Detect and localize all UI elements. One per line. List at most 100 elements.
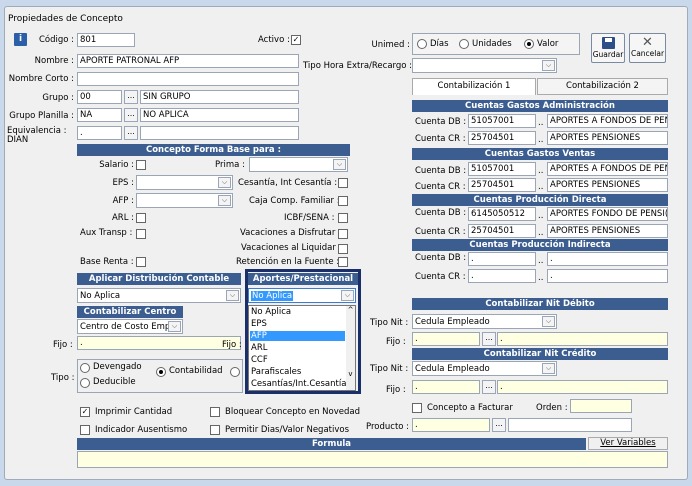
nit-debito-tipo-select[interactable]: Cedula Empleado ⌵ (412, 314, 557, 329)
ventas-db-input[interactable]: 51057001 (468, 162, 536, 176)
vac-liquidar-checkbox[interactable] (338, 244, 348, 254)
codigo-input[interactable]: 801 (77, 33, 135, 47)
nit-credito-tipo-select[interactable]: Cedula Empleado ⌵ (412, 361, 557, 376)
producto-code-input[interactable]: . (412, 418, 490, 432)
grupo-code-input[interactable]: 00 (77, 90, 122, 104)
devengado-radio[interactable] (80, 363, 90, 373)
nit-credito-lookup-button[interactable]: ... (482, 380, 496, 394)
aportes-option[interactable]: No Aplica (251, 307, 291, 317)
formula-input[interactable] (77, 451, 668, 468)
nombre-corto-input[interactable] (77, 72, 299, 86)
imprimir-checkbox[interactable]: ✓ (80, 407, 90, 417)
prod-ind-cr-input[interactable]: . (468, 269, 536, 283)
deducible-radio[interactable] (80, 378, 90, 388)
tipo-hora-select[interactable]: ⌵ (412, 58, 557, 73)
ventas-cr-lookup[interactable]: .. (538, 182, 543, 192)
tipo-hora-label: Tipo Hora Extra/Recargo : (303, 61, 413, 71)
grupo-planilla-lookup-button[interactable]: ... (124, 108, 138, 122)
tab-contabilizacion-1[interactable]: Contabilización 1 (412, 78, 536, 95)
orden-input[interactable] (570, 399, 632, 413)
ventas-cr-input[interactable]: 25704501 (468, 178, 536, 192)
bloquear-checkbox[interactable] (210, 407, 220, 417)
aportes-option[interactable]: Cesantías/Int.Cesantías (251, 379, 351, 389)
prima-select[interactable]: ⌵ (249, 157, 348, 172)
aux-checkbox[interactable] (136, 229, 146, 239)
admin-db-input[interactable]: 51057001 (468, 114, 536, 128)
nit-credito-tipo-label: Tipo Nit : (370, 364, 409, 374)
chevron-down-icon[interactable]: ⌵ (542, 363, 555, 374)
vac-liquidar-label: Vacaciones al Liquidar : (241, 243, 342, 253)
prod-dir-db-name: APORTES FONDO DE PENSI( (547, 207, 668, 221)
producto-lookup-button[interactable]: ... (492, 418, 506, 432)
distribucion-select[interactable]: No Aplica ⌵ (77, 288, 241, 303)
admin-cr-lookup[interactable]: .. (538, 135, 543, 145)
ver-variables-button[interactable]: Ver Variables (588, 437, 668, 450)
nit-debito-lookup-button[interactable]: ... (482, 332, 496, 346)
prod-dir-db-lookup[interactable]: .. (538, 211, 543, 221)
guardar-button[interactable]: Guardar (591, 33, 625, 63)
cancelar-button[interactable]: ✕ Cancelar (629, 33, 666, 63)
prod-dir-cr-input[interactable]: 25704501 (468, 224, 536, 238)
retencion-checkbox[interactable] (338, 257, 348, 267)
prod-ind-cr-name: . (547, 269, 668, 283)
chevron-down-icon[interactable]: ⌵ (218, 177, 231, 188)
chevron-down-icon[interactable]: ⌵ (218, 195, 231, 206)
close-icon: ✕ (642, 35, 653, 50)
prod-ind-cr-lookup[interactable]: .. (538, 273, 543, 283)
unimed-valor-radio[interactable] (524, 39, 534, 49)
aportes-option[interactable]: CCF (251, 355, 268, 365)
aportes-option[interactable]: ARL (251, 343, 267, 353)
salario-checkbox[interactable] (136, 160, 146, 170)
admin-cr-input[interactable]: 25704501 (468, 131, 536, 145)
grupo-name-input[interactable]: SIN GRUPO (140, 90, 299, 104)
chevron-down-icon[interactable]: ⌵ (542, 316, 555, 327)
base-renta-checkbox[interactable] (136, 257, 146, 267)
prod-ind-db-input[interactable]: . (468, 252, 536, 266)
equivalencia-name-input[interactable] (140, 126, 299, 140)
facturar-checkbox[interactable] (412, 403, 422, 413)
tab-contabilizacion-2[interactable]: Contabilización 2 (537, 78, 668, 95)
admin-db-lookup[interactable]: .. (538, 118, 543, 128)
prod-ind-db-lookup[interactable]: .. (538, 256, 543, 266)
fijo-input[interactable]: . (77, 336, 241, 350)
vac-disfrutar-checkbox[interactable] (338, 229, 348, 239)
grupo-planilla-code-input[interactable]: NA (77, 108, 122, 122)
unimed-unidades-radio[interactable] (459, 39, 469, 49)
aportes-select[interactable]: No Aplica ⌵ (248, 288, 356, 303)
chevron-down-icon[interactable]: ⌵ (226, 290, 239, 301)
grupo-planilla-name-input[interactable]: NO APLICA (140, 108, 299, 122)
chevron-down-icon[interactable]: ⌵ (341, 290, 354, 301)
chevron-down-icon[interactable]: ⌵ (168, 321, 181, 332)
aportes-option[interactable]: Parafiscales (251, 367, 301, 377)
prod-dir-cr-lookup[interactable]: .. (538, 228, 543, 238)
activo-checkbox[interactable]: ✓ (291, 35, 301, 45)
nit-credito-fijo-input[interactable]: . (412, 380, 480, 394)
nombre-input[interactable]: APORTE PATRONAL AFP (77, 54, 299, 68)
aportes-option-selected[interactable]: AFP (250, 331, 345, 341)
afp-select[interactable]: ⌵ (136, 193, 233, 208)
ausentismo-checkbox[interactable] (80, 425, 90, 435)
chevron-down-icon[interactable]: ⌵ (333, 159, 346, 170)
prod-dir-db-input[interactable]: 6145050512 (468, 207, 536, 221)
eps-select[interactable]: ⌵ (136, 175, 233, 190)
ventas-db-lookup[interactable]: .. (538, 166, 543, 176)
permitir-checkbox[interactable] (210, 425, 220, 435)
arl-checkbox[interactable] (136, 213, 146, 223)
nombre-corto-label: Nombre Corto : (8, 74, 74, 84)
chevron-down-icon[interactable]: ⌵ (542, 60, 555, 71)
grupo-lookup-button[interactable]: ... (124, 90, 138, 104)
equivalencia-lookup-button[interactable]: ... (124, 126, 138, 140)
equivalencia-code-input[interactable]: . (77, 126, 122, 140)
centro-select[interactable]: Centro de Costo Emple ⌵ (77, 319, 183, 334)
other-radio[interactable] (230, 367, 240, 377)
unimed-dias-radio[interactable] (417, 39, 427, 49)
caja-checkbox[interactable] (338, 196, 348, 206)
prod-ind-db-name: . (547, 252, 668, 266)
cesantia-checkbox[interactable] (338, 178, 348, 188)
aportes-option[interactable]: EPS (251, 319, 267, 329)
contabilidad-radio[interactable] (156, 367, 166, 377)
orden-label: Orden : (536, 403, 568, 413)
nit-debito-fijo-input[interactable]: . (412, 332, 480, 346)
list-scrollbar[interactable]: ^ v (346, 306, 355, 390)
icbf-checkbox[interactable] (338, 213, 348, 223)
